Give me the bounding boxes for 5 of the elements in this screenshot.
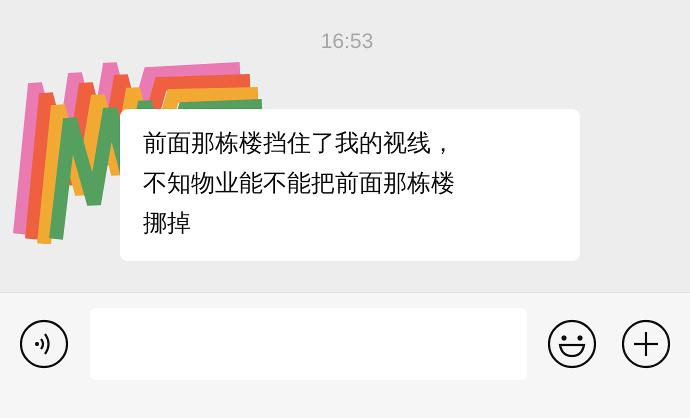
timestamp: 16:53: [320, 29, 374, 54]
voice-icon[interactable]: [19, 318, 69, 368]
emoji-icon[interactable]: [547, 318, 597, 368]
plus-icon[interactable]: [621, 318, 671, 368]
message-bubble: 前面那栋楼挡住了我的视线，不知物业能不能把前面那栋楼挪掉: [120, 109, 580, 261]
